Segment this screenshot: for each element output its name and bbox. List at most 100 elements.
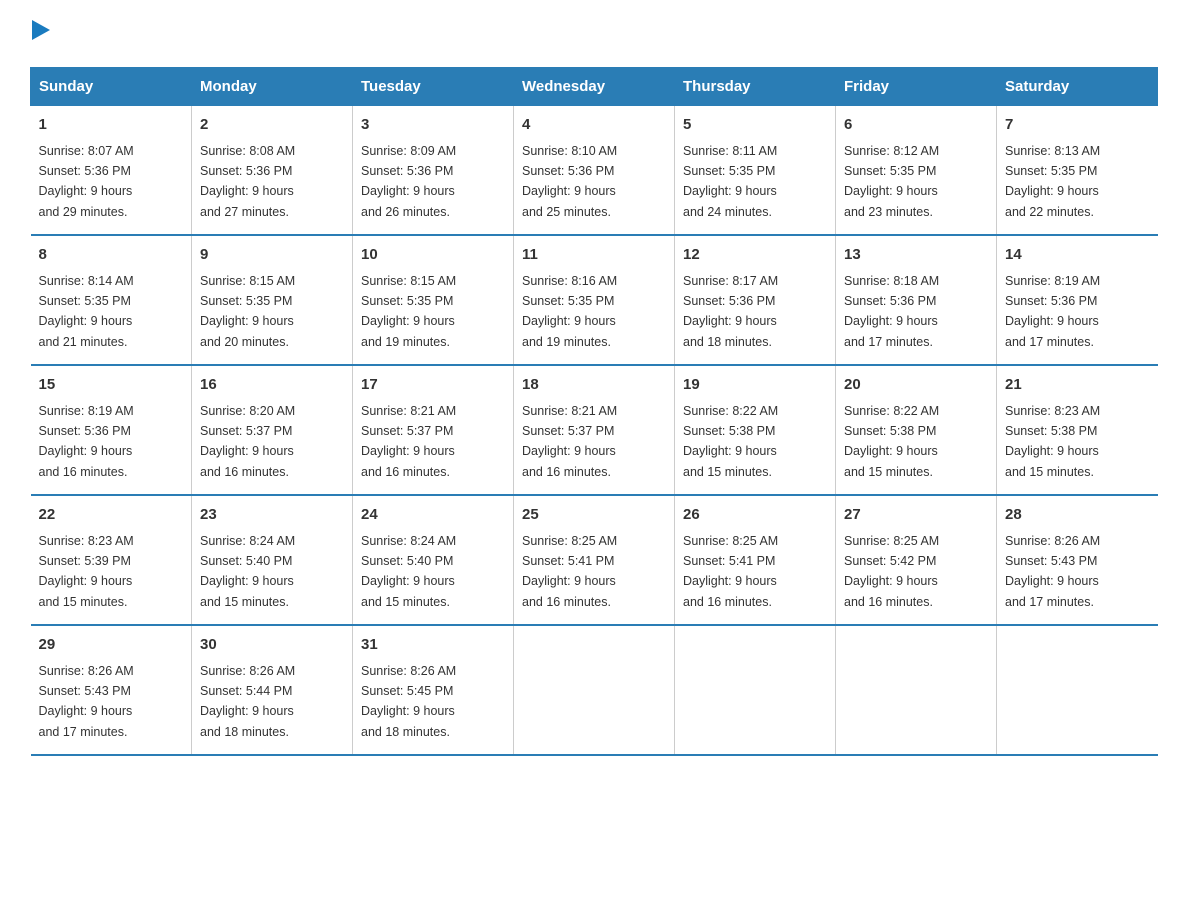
day-cell: 10 Sunrise: 8:15 AMSunset: 5:35 PMDaylig… [353,235,514,365]
day-number: 9 [200,244,344,267]
day-info: Sunrise: 8:14 AMSunset: 5:35 PMDaylight:… [39,274,134,349]
day-cell: 16 Sunrise: 8:20 AMSunset: 5:37 PMDaylig… [192,365,353,495]
day-cell: 13 Sunrise: 8:18 AMSunset: 5:36 PMDaylig… [836,235,997,365]
day-number: 29 [39,634,184,657]
day-number: 19 [683,374,827,397]
day-cell: 1 Sunrise: 8:07 AMSunset: 5:36 PMDayligh… [31,106,192,236]
day-info: Sunrise: 8:26 AMSunset: 5:44 PMDaylight:… [200,664,295,739]
day-info: Sunrise: 8:21 AMSunset: 5:37 PMDaylight:… [361,404,456,479]
day-info: Sunrise: 8:08 AMSunset: 5:36 PMDaylight:… [200,144,295,219]
day-number: 23 [200,504,344,527]
day-cell [836,625,997,755]
day-cell: 29 Sunrise: 8:26 AMSunset: 5:43 PMDaylig… [31,625,192,755]
logo [30,20,50,47]
day-number: 27 [844,504,988,527]
day-number: 10 [361,244,505,267]
day-number: 7 [1005,114,1150,137]
day-header-sunday: Sunday [31,68,192,106]
day-cell: 2 Sunrise: 8:08 AMSunset: 5:36 PMDayligh… [192,106,353,236]
day-number: 25 [522,504,666,527]
day-info: Sunrise: 8:15 AMSunset: 5:35 PMDaylight:… [200,274,295,349]
day-number: 26 [683,504,827,527]
day-number: 20 [844,374,988,397]
day-number: 16 [200,374,344,397]
day-cell: 9 Sunrise: 8:15 AMSunset: 5:35 PMDayligh… [192,235,353,365]
week-row-5: 29 Sunrise: 8:26 AMSunset: 5:43 PMDaylig… [31,625,1158,755]
week-row-3: 15 Sunrise: 8:19 AMSunset: 5:36 PMDaylig… [31,365,1158,495]
week-row-2: 8 Sunrise: 8:14 AMSunset: 5:35 PMDayligh… [31,235,1158,365]
day-number: 12 [683,244,827,267]
day-cell [997,625,1158,755]
day-cell [514,625,675,755]
day-info: Sunrise: 8:25 AMSunset: 5:41 PMDaylight:… [683,534,778,609]
day-info: Sunrise: 8:22 AMSunset: 5:38 PMDaylight:… [844,404,939,479]
day-cell: 21 Sunrise: 8:23 AMSunset: 5:38 PMDaylig… [997,365,1158,495]
day-cell: 28 Sunrise: 8:26 AMSunset: 5:43 PMDaylig… [997,495,1158,625]
day-info: Sunrise: 8:26 AMSunset: 5:43 PMDaylight:… [1005,534,1100,609]
day-number: 6 [844,114,988,137]
day-cell: 4 Sunrise: 8:10 AMSunset: 5:36 PMDayligh… [514,106,675,236]
day-cell: 19 Sunrise: 8:22 AMSunset: 5:38 PMDaylig… [675,365,836,495]
logo-triangle-icon [32,20,50,45]
day-info: Sunrise: 8:19 AMSunset: 5:36 PMDaylight:… [39,404,134,479]
day-cell: 15 Sunrise: 8:19 AMSunset: 5:36 PMDaylig… [31,365,192,495]
days-header-row: SundayMondayTuesdayWednesdayThursdayFrid… [31,68,1158,106]
day-cell: 14 Sunrise: 8:19 AMSunset: 5:36 PMDaylig… [997,235,1158,365]
day-cell: 17 Sunrise: 8:21 AMSunset: 5:37 PMDaylig… [353,365,514,495]
day-number: 31 [361,634,505,657]
day-number: 30 [200,634,344,657]
day-info: Sunrise: 8:24 AMSunset: 5:40 PMDaylight:… [200,534,295,609]
day-number: 22 [39,504,184,527]
week-row-4: 22 Sunrise: 8:23 AMSunset: 5:39 PMDaylig… [31,495,1158,625]
day-number: 3 [361,114,505,137]
day-info: Sunrise: 8:13 AMSunset: 5:35 PMDaylight:… [1005,144,1100,219]
day-info: Sunrise: 8:23 AMSunset: 5:38 PMDaylight:… [1005,404,1100,479]
day-cell: 31 Sunrise: 8:26 AMSunset: 5:45 PMDaylig… [353,625,514,755]
calendar-table: SundayMondayTuesdayWednesdayThursdayFrid… [30,67,1158,756]
day-cell [675,625,836,755]
day-number: 28 [1005,504,1150,527]
day-info: Sunrise: 8:26 AMSunset: 5:43 PMDaylight:… [39,664,134,739]
day-info: Sunrise: 8:20 AMSunset: 5:37 PMDaylight:… [200,404,295,479]
page-header [30,20,1158,47]
day-number: 24 [361,504,505,527]
day-cell: 7 Sunrise: 8:13 AMSunset: 5:35 PMDayligh… [997,106,1158,236]
day-info: Sunrise: 8:26 AMSunset: 5:45 PMDaylight:… [361,664,456,739]
day-info: Sunrise: 8:11 AMSunset: 5:35 PMDaylight:… [683,144,777,219]
day-info: Sunrise: 8:22 AMSunset: 5:38 PMDaylight:… [683,404,778,479]
day-cell: 25 Sunrise: 8:25 AMSunset: 5:41 PMDaylig… [514,495,675,625]
day-cell: 8 Sunrise: 8:14 AMSunset: 5:35 PMDayligh… [31,235,192,365]
day-header-saturday: Saturday [997,68,1158,106]
day-cell: 3 Sunrise: 8:09 AMSunset: 5:36 PMDayligh… [353,106,514,236]
week-row-1: 1 Sunrise: 8:07 AMSunset: 5:36 PMDayligh… [31,106,1158,236]
day-header-tuesday: Tuesday [353,68,514,106]
day-cell: 26 Sunrise: 8:25 AMSunset: 5:41 PMDaylig… [675,495,836,625]
day-number: 17 [361,374,505,397]
day-cell: 20 Sunrise: 8:22 AMSunset: 5:38 PMDaylig… [836,365,997,495]
day-info: Sunrise: 8:21 AMSunset: 5:37 PMDaylight:… [522,404,617,479]
day-number: 11 [522,244,666,267]
day-number: 13 [844,244,988,267]
day-info: Sunrise: 8:10 AMSunset: 5:36 PMDaylight:… [522,144,617,219]
day-info: Sunrise: 8:17 AMSunset: 5:36 PMDaylight:… [683,274,778,349]
day-cell: 5 Sunrise: 8:11 AMSunset: 5:35 PMDayligh… [675,106,836,236]
day-cell: 30 Sunrise: 8:26 AMSunset: 5:44 PMDaylig… [192,625,353,755]
day-number: 18 [522,374,666,397]
day-cell: 22 Sunrise: 8:23 AMSunset: 5:39 PMDaylig… [31,495,192,625]
day-info: Sunrise: 8:15 AMSunset: 5:35 PMDaylight:… [361,274,456,349]
day-info: Sunrise: 8:18 AMSunset: 5:36 PMDaylight:… [844,274,939,349]
day-info: Sunrise: 8:24 AMSunset: 5:40 PMDaylight:… [361,534,456,609]
day-cell: 18 Sunrise: 8:21 AMSunset: 5:37 PMDaylig… [514,365,675,495]
day-number: 8 [39,244,184,267]
day-header-monday: Monday [192,68,353,106]
day-info: Sunrise: 8:12 AMSunset: 5:35 PMDaylight:… [844,144,939,219]
day-info: Sunrise: 8:09 AMSunset: 5:36 PMDaylight:… [361,144,456,219]
day-cell: 23 Sunrise: 8:24 AMSunset: 5:40 PMDaylig… [192,495,353,625]
day-number: 4 [522,114,666,137]
day-header-wednesday: Wednesday [514,68,675,106]
day-cell: 24 Sunrise: 8:24 AMSunset: 5:40 PMDaylig… [353,495,514,625]
day-number: 21 [1005,374,1150,397]
day-info: Sunrise: 8:16 AMSunset: 5:35 PMDaylight:… [522,274,617,349]
day-number: 5 [683,114,827,137]
day-info: Sunrise: 8:23 AMSunset: 5:39 PMDaylight:… [39,534,134,609]
